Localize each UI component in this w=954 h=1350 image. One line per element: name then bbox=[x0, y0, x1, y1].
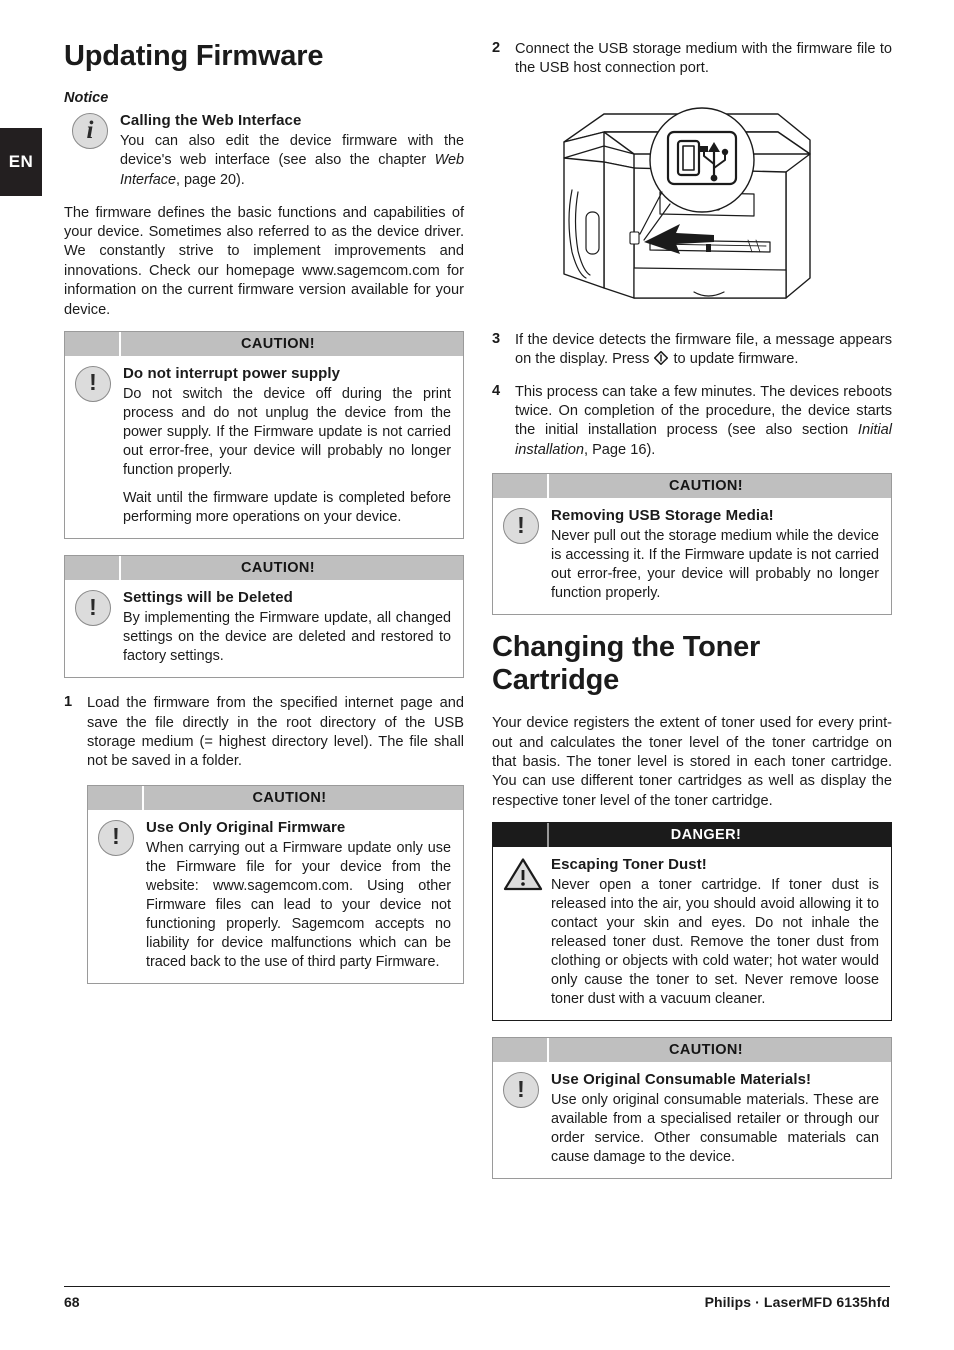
page-title: Updating Firmware bbox=[64, 40, 324, 72]
notice-block: i Calling the Web Interface You can also… bbox=[64, 112, 464, 189]
exclamation-circle-icon: ! bbox=[75, 589, 113, 666]
caution-header-label: CAUTION! bbox=[668, 1042, 744, 1059]
caution-title: Removing USB Storage Media! bbox=[551, 507, 774, 525]
step-item: 1 Load the firmware from the specified i… bbox=[64, 694, 464, 772]
caution-paragraph: Use only original consumable materials. … bbox=[551, 1092, 879, 1166]
section-title-toner: Changing the Toner Cartridge bbox=[492, 631, 761, 696]
left-column: Updating Firmware Notice i Calling the W… bbox=[64, 40, 464, 1000]
header-divider bbox=[547, 823, 549, 848]
step-item: 3 If the device detects the firmware fil… bbox=[492, 331, 892, 370]
step-number: 3 bbox=[492, 330, 501, 347]
header-divider bbox=[547, 474, 549, 499]
intro-paragraph: The firmware defines the basic functions… bbox=[64, 204, 464, 318]
header-divider bbox=[547, 1038, 549, 1063]
caution-title: Do not interrupt power supply bbox=[123, 364, 341, 382]
danger-header: DANGER! bbox=[493, 823, 891, 848]
exclamation-circle-icon: ! bbox=[98, 819, 136, 972]
caution-box-settings-deleted: CAUTION! ! Settings will be Deleted By i… bbox=[64, 555, 464, 679]
caution-paragraph: Never pull out the storage medium while … bbox=[551, 528, 879, 602]
caution-header: CAUTION! bbox=[65, 556, 463, 581]
footer-brand: Philips · LaserMFD 6135hfd bbox=[704, 1294, 890, 1310]
notice-body: You can also edit the device firmware wi… bbox=[120, 133, 464, 188]
caution-header: CAUTION! bbox=[65, 331, 463, 356]
notice-title: Calling the Web Interface bbox=[120, 112, 302, 130]
right-column: 2 Connect the USB storage medium with th… bbox=[492, 40, 892, 1195]
caution-paragraph: When carrying out a Firmware update only… bbox=[146, 839, 451, 970]
caution-header: CAUTION! bbox=[493, 1038, 891, 1063]
caution-box-consumables: CAUTION! ! Use Original Consumable Mater… bbox=[492, 1037, 892, 1180]
caution-header-label: CAUTION! bbox=[240, 560, 316, 577]
step-text: This process can take a few minutes. The… bbox=[515, 383, 892, 458]
danger-title: Escaping Toner Dust! bbox=[551, 856, 707, 874]
toner-paragraph: Your device registers the extent of tone… bbox=[492, 715, 892, 809]
caution-paragraph: Do not switch the device off during the … bbox=[123, 385, 451, 479]
step-item: 2 Connect the USB storage medium with th… bbox=[492, 40, 892, 79]
step-text: Load the firmware from the specified int… bbox=[87, 695, 464, 770]
usb-port-icon bbox=[666, 130, 738, 185]
danger-paragraph: Never open a toner cartridge. If toner d… bbox=[551, 877, 879, 1008]
caution-header-label: CAUTION! bbox=[240, 335, 316, 352]
danger-box-toner-dust: DANGER! Escaping Toner Dust! Never open … bbox=[492, 822, 892, 1022]
step-number: 1 bbox=[64, 694, 73, 711]
caution-title: Settings will be Deleted bbox=[123, 589, 293, 607]
step-text: If the device detects the firmware file,… bbox=[515, 331, 892, 368]
caution-paragraph: By implementing the Firmware update, all… bbox=[123, 610, 451, 665]
printer-usb-port-illustration bbox=[492, 92, 892, 317]
caution-box-removing-usb: CAUTION! ! Removing USB Storage Media! N… bbox=[492, 473, 892, 616]
caution-title: Use Original Consumable Materials! bbox=[551, 1071, 812, 1089]
header-divider bbox=[119, 556, 121, 581]
caution-header: CAUTION! bbox=[88, 785, 463, 810]
step-text: Connect the USB storage medium with the … bbox=[515, 41, 892, 77]
header-divider bbox=[119, 331, 121, 356]
step-item: 4 This process can take a few minutes. T… bbox=[492, 383, 892, 461]
caution-box-power-supply: CAUTION! ! Do not interrupt power supply… bbox=[64, 330, 464, 540]
step-number: 4 bbox=[492, 382, 501, 399]
warning-triangle-icon bbox=[503, 856, 543, 1009]
caution-header: CAUTION! bbox=[493, 474, 891, 499]
exclamation-circle-icon: ! bbox=[503, 507, 541, 603]
caution-title: Use Only Original Firmware bbox=[146, 818, 346, 836]
step-number: 2 bbox=[492, 40, 501, 56]
language-tab: EN bbox=[0, 128, 42, 196]
danger-header-label: DANGER! bbox=[670, 827, 742, 844]
notice-label: Notice bbox=[64, 90, 109, 107]
caution-box-original-firmware: CAUTION! ! Use Only Original Firmware Wh… bbox=[87, 784, 464, 984]
exclamation-circle-icon: ! bbox=[75, 365, 113, 527]
caution-header-label: CAUTION! bbox=[252, 789, 327, 806]
start-key-diamond-icon bbox=[654, 350, 669, 366]
document-page: EN Updating Firmware Notice i Calling th… bbox=[0, 0, 954, 1350]
exclamation-circle-icon: ! bbox=[503, 1071, 541, 1167]
header-divider bbox=[142, 785, 144, 810]
page-footer: 68 Philips · LaserMFD 6135hfd bbox=[64, 1286, 890, 1310]
caution-paragraph: Wait until the firmware update is comple… bbox=[123, 490, 451, 526]
caution-header-label: CAUTION! bbox=[668, 478, 744, 495]
info-circle-icon: i bbox=[72, 112, 110, 189]
page-number: 68 bbox=[64, 1294, 80, 1310]
